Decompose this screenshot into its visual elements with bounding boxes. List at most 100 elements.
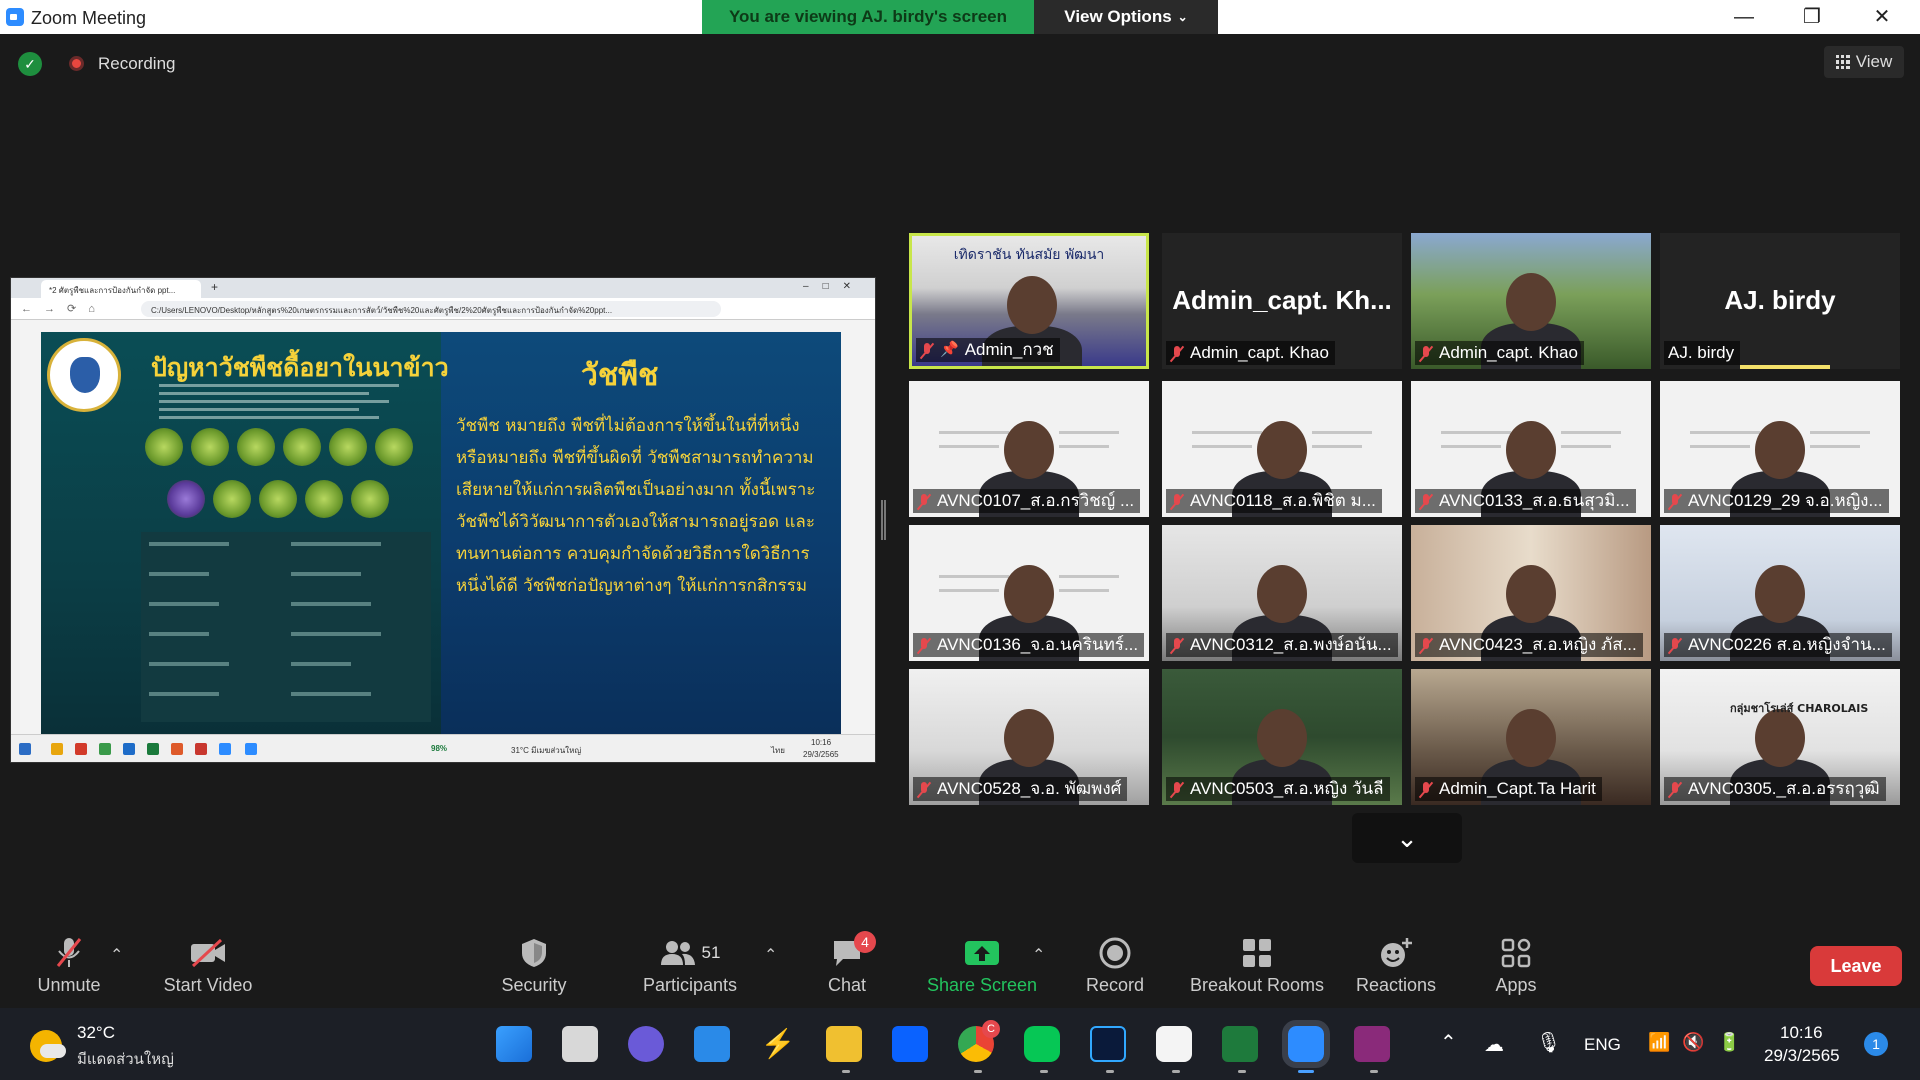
participants-caret-icon[interactable]: ⌃: [764, 945, 777, 965]
share-options-caret-icon[interactable]: ⌃: [1032, 945, 1045, 965]
battery-icon[interactable]: 🔋: [1718, 1032, 1740, 1053]
address-input[interactable]: C:/Users/LENOVO/Desktop/หลักสูตร%20เกษตร…: [141, 301, 721, 317]
line-app-icon[interactable]: [1024, 1026, 1060, 1062]
clock-time[interactable]: 10:16: [1780, 1023, 1823, 1043]
excel-icon[interactable]: [1222, 1026, 1258, 1062]
teams-chat-icon[interactable]: [628, 1026, 664, 1062]
photoshop-icon[interactable]: [1090, 1026, 1126, 1062]
participant-name: AVNC0118_ส.อ.พิชิต ม...: [1190, 491, 1376, 510]
cloud-icon[interactable]: ☁: [1484, 1032, 1504, 1057]
recording-label[interactable]: Recording: [98, 54, 176, 74]
split-divider-handle[interactable]: [881, 500, 886, 540]
mail-icon[interactable]: [694, 1026, 730, 1062]
poster-title: ปัญหาวัชพืชดื้อยาในนาข้าว: [151, 353, 449, 382]
file-explorer-icon[interactable]: [826, 1026, 862, 1062]
record-label: Record: [1085, 975, 1145, 995]
browser-nav-icons[interactable]: ←→⟳⌂: [21, 302, 107, 315]
taskbar-running-indicator: [842, 1070, 850, 1073]
close-icon[interactable]: ✕: [1864, 4, 1900, 30]
zoom-taskbar-icon[interactable]: [1282, 1020, 1330, 1068]
reactions-button[interactable]: Reactions: [1354, 915, 1438, 1008]
participant-tile[interactable]: AVNC0129_29 จ.อ.หญิง...: [1660, 381, 1900, 517]
weather-description[interactable]: มีแดดส่วนใหญ่: [77, 1047, 174, 1071]
browser-tab[interactable]: *2 ศัตรูพืชและการป้องกันกำจัด ppt...: [41, 280, 201, 298]
chevron-up-icon[interactable]: ⌃: [1440, 1030, 1457, 1055]
dropbox-icon[interactable]: [892, 1026, 928, 1062]
microphone-icon[interactable]: 🎙: [1536, 1030, 1561, 1055]
participants-button[interactable]: 51 Participants: [640, 915, 740, 1008]
reactions-label: Reactions: [1355, 975, 1437, 995]
speaker-muted-icon[interactable]: 🔇: [1682, 1032, 1704, 1053]
weed-photo: [329, 428, 367, 466]
participant-display-name: AJ. birdy: [1724, 285, 1836, 315]
participant-name-label: 📌 Admin_กวช: [916, 338, 1060, 362]
windows-start-icon[interactable]: [496, 1026, 532, 1062]
wifi-icon[interactable]: 📶: [1648, 1032, 1670, 1053]
notification-badge[interactable]: 1: [1864, 1032, 1888, 1056]
record-button[interactable]: Record: [1084, 915, 1146, 1008]
slide-body: วัชพืช หมายถึง พืชที่ไม่ต้องการให้ขึ้นใน…: [456, 416, 816, 596]
participant-tile[interactable]: AVNC0118_ส.อ.พิชิต ม...: [1162, 381, 1402, 517]
participant-tile[interactable]: Admin_capt. Kh... Admin_capt. Khao: [1162, 233, 1402, 369]
chat-button[interactable]: Chat 4: [822, 915, 876, 1008]
minimize-icon[interactable]: —: [1726, 4, 1762, 30]
app-icon: [195, 743, 207, 755]
chat-unread-badge: 4: [854, 931, 876, 953]
restore-icon[interactable]: ❐: [1794, 4, 1830, 30]
participant-tile[interactable]: เทิดราชัน ทันสมัย พัฒนา 📌 Admin_กวช: [909, 233, 1149, 369]
participant-name-label: AVNC0528_จ.อ. พัฒพงศ์: [913, 777, 1128, 801]
participant-tile[interactable]: AVNC0423_ส.อ.หญิง ภัส...: [1411, 525, 1651, 661]
unmute-button[interactable]: Unmute: [32, 915, 106, 1008]
security-shield-icon: [520, 935, 548, 971]
slide-poster: ปัญหาวัชพืชดื้อยาในนาข้าว: [41, 332, 449, 734]
encryption-shield-icon[interactable]: ✓: [18, 52, 42, 76]
clock-date[interactable]: 29/3/2565: [1764, 1046, 1840, 1066]
participant-name-label: AVNC0305._ส.อ.อรรฤวุฒิ: [1664, 777, 1886, 801]
participant-name: AVNC0129_29 จ.อ.หญิง...: [1688, 491, 1883, 510]
language-indicator[interactable]: ENG: [1584, 1035, 1621, 1055]
participant-head: [1004, 709, 1054, 767]
participant-tile[interactable]: AVNC0312_ส.อ.พงษ์อนัน...: [1162, 525, 1402, 661]
participant-tile[interactable]: Admin_capt. Khao: [1411, 233, 1651, 369]
muted-mic-icon: [1170, 781, 1184, 798]
chevron-down-icon: ⌄: [1177, 10, 1188, 24]
security-button[interactable]: Security: [498, 915, 570, 1008]
new-tab-icon[interactable]: +: [211, 280, 218, 294]
participant-tile[interactable]: Admin_Capt.Ta Harit: [1411, 669, 1651, 805]
task-view-icon[interactable]: [562, 1026, 598, 1062]
app-icon: [99, 743, 111, 755]
gallery-next-page-button[interactable]: ⌄: [1352, 813, 1462, 863]
participant-name-label: AVNC0118_ส.อ.พิชิต ม...: [1166, 489, 1382, 513]
photos-app-icon[interactable]: [1156, 1026, 1192, 1062]
participant-head: [1506, 273, 1556, 331]
breakout-rooms-button[interactable]: Breakout Rooms: [1186, 915, 1328, 1008]
muted-mic-icon: [1668, 493, 1682, 510]
lightning-app-icon[interactable]: ⚡: [760, 1026, 796, 1062]
breakout-rooms-label: Breakout Rooms: [1189, 975, 1325, 995]
participant-tile[interactable]: AVNC0133_ส.อ.ธนสุวมิ...: [1411, 381, 1651, 517]
browser-window-controls[interactable]: –□✕: [803, 281, 865, 292]
apps-button[interactable]: Apps: [1488, 915, 1544, 1008]
participant-tile[interactable]: AVNC0528_จ.อ. พัฒพงศ์: [909, 669, 1149, 805]
participant-tile[interactable]: AJ. birdy AJ. birdy: [1660, 233, 1900, 369]
start-video-button[interactable]: Start Video: [160, 915, 256, 1008]
weed-photo: [145, 428, 183, 466]
leave-button[interactable]: Leave: [1810, 946, 1902, 986]
shared-windows-taskbar: 98% 31°C มีเมฆส่วนใหญ่ ไทย 10:16 29/3/25…: [11, 734, 875, 762]
view-options-button[interactable]: View Options ⌄: [1034, 0, 1218, 34]
participant-tile[interactable]: AVNC0226 ส.อ.หญิงจำน...: [1660, 525, 1900, 661]
participant-tile[interactable]: กลุ่มชาโรเล่ส์ CHAROLAIS AVNC0305._ส.อ.อร…: [1660, 669, 1900, 805]
pdf-app-icon[interactable]: [1354, 1026, 1390, 1062]
participant-tile[interactable]: AVNC0136_จ.อ.นครินทร์...: [909, 525, 1149, 661]
audio-options-caret-icon[interactable]: ⌃: [110, 945, 123, 965]
participant-head: [1257, 709, 1307, 767]
participant-name: Admin_กวช: [964, 340, 1054, 359]
muted-mic-icon: [1419, 637, 1433, 654]
view-button[interactable]: View: [1824, 46, 1904, 78]
weather-sun-cloud-icon[interactable]: [30, 1030, 66, 1062]
participant-tile[interactable]: AVNC0107_ส.อ.กรวิชญ์ ...: [909, 381, 1149, 517]
breakout-rooms-icon: [1241, 935, 1273, 971]
participant-tile[interactable]: AVNC0503_ส.อ.หญิง วันลี: [1162, 669, 1402, 805]
weather-temp[interactable]: 32°C: [77, 1023, 115, 1043]
share-screen-button[interactable]: Share Screen: [926, 915, 1038, 1008]
